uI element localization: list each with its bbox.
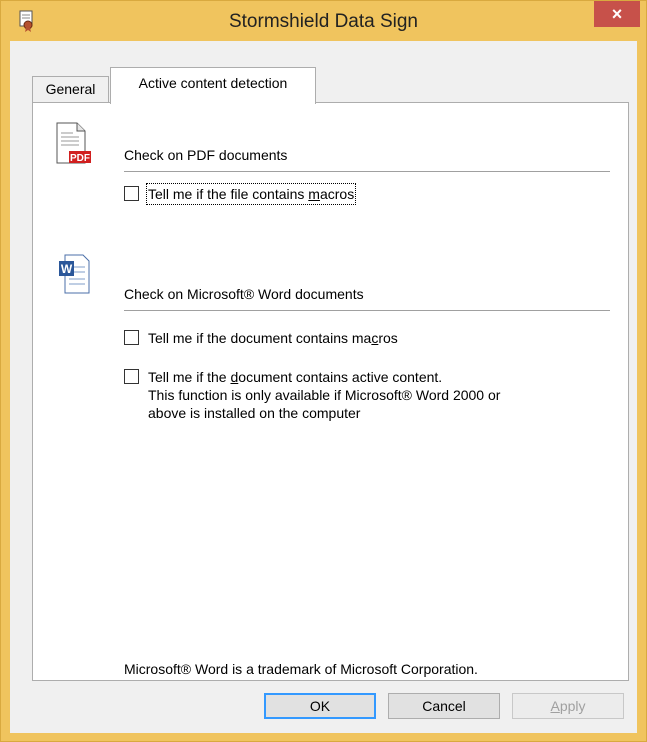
window-title: Stormshield Data Sign xyxy=(228,11,419,32)
tab-panel: PDF Check on PDF documents Tell me if th… xyxy=(32,102,629,681)
tab-active-content-detection-label: Active content detection xyxy=(138,75,288,91)
word-macros-label[interactable]: Tell me if the document contains macros xyxy=(148,329,398,347)
pdf-section-separator xyxy=(124,171,610,172)
tab-general[interactable]: General xyxy=(32,76,109,102)
dialog-client-area: General Active content detection PDF Che… xyxy=(10,41,637,733)
dialog-window: Stormshield Data Sign × General Active c… xyxy=(0,0,647,742)
word-active-content-note-line1: This function is only available if Micro… xyxy=(148,387,501,403)
pdf-document-icon: PDF xyxy=(53,121,93,172)
tab-general-label: General xyxy=(45,81,96,97)
cancel-button[interactable]: Cancel xyxy=(388,693,500,719)
trademark-note: Microsoft® Word is a trademark of Micros… xyxy=(124,661,478,677)
word-section-separator xyxy=(124,310,610,311)
word-document-icon: W xyxy=(57,253,93,300)
word-active-content-label[interactable]: Tell me if the document contains active … xyxy=(148,368,500,422)
word-active-content-note-line2: above is installed on the computer xyxy=(148,405,361,421)
svg-text:PDF: PDF xyxy=(70,153,90,164)
close-button[interactable]: × xyxy=(594,1,640,27)
word-macros-option[interactable]: Tell me if the document contains macros xyxy=(124,329,398,347)
word-macros-checkbox[interactable] xyxy=(124,330,139,345)
word-section-heading: Check on Microsoft® Word documents xyxy=(124,286,364,302)
pdf-macros-checkbox[interactable] xyxy=(124,186,139,201)
title-bar[interactable]: Stormshield Data Sign × xyxy=(1,1,646,41)
tab-active-content-detection[interactable]: Active content detection xyxy=(110,67,316,104)
close-icon: × xyxy=(611,4,623,24)
svg-text:W: W xyxy=(61,262,73,276)
ok-button[interactable]: OK xyxy=(264,693,376,719)
apply-button[interactable]: Apply xyxy=(512,693,624,719)
word-active-content-checkbox[interactable] xyxy=(124,369,139,384)
pdf-macros-label[interactable]: Tell me if the file contains macros xyxy=(145,183,357,205)
word-active-content-option[interactable]: Tell me if the document contains active … xyxy=(124,368,500,422)
pdf-macros-option[interactable]: Tell me if the file contains macros xyxy=(124,183,357,205)
pdf-section-heading: Check on PDF documents xyxy=(124,147,288,163)
